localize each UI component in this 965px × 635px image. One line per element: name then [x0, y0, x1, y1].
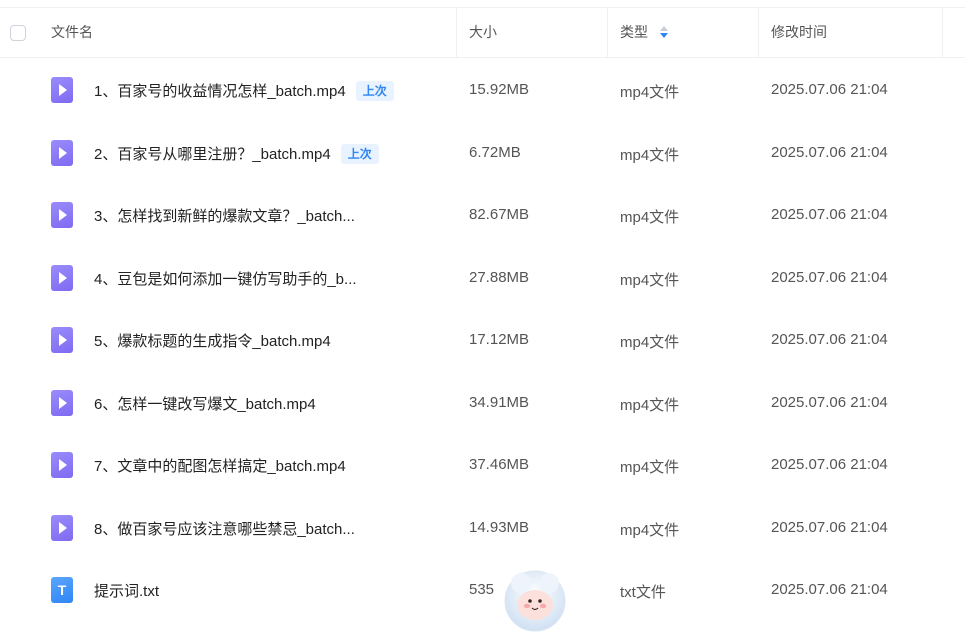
file-type: mp4文件 [620, 84, 680, 101]
file-modified: 2025.07.06 21:04 [771, 331, 888, 348]
video-file-icon [51, 390, 73, 416]
file-row[interactable]: 4、豆包是如何添加一键仿写助手的_b... 27.88MB mp4文件 2025.07… [0, 247, 965, 309]
file-size: 34.91MB [469, 394, 530, 411]
file-modified: 2025.07.06 21:04 [771, 269, 888, 286]
file-size: 27.88MB [469, 269, 530, 286]
file-modified: 2025.07.06 21:04 [771, 206, 888, 223]
file-name-text[interactable]: 7、文章中的配图怎样搞定_batch.mp4 [94, 458, 346, 475]
file-size: 37.46MB [469, 456, 530, 473]
column-header-modified[interactable]: 修改时间 [771, 8, 827, 57]
file-size: 17.12MB [469, 331, 530, 348]
file-type: txt文件 [620, 584, 666, 601]
column-header-size[interactable]: 大小 [469, 8, 497, 57]
file-row[interactable]: 1、百家号的收益情况怎样_batch.mp4 上次 15.92MB mp4文件 2025… [0, 59, 965, 121]
file-size: 6.72MB [469, 144, 521, 161]
file-name-text[interactable]: 8、做百家号应该注意哪些禁忌_batch... [94, 521, 355, 538]
column-header-type[interactable]: 类型 [620, 8, 668, 57]
column-divider[interactable] [758, 8, 759, 57]
file-size: 14.93MB [469, 519, 530, 536]
file-type: mp4文件 [620, 147, 680, 164]
video-file-icon [51, 327, 73, 353]
video-file-icon [51, 515, 73, 541]
file-name[interactable]: 3、怎样找到新鲜的爆款文章？_batch... [94, 205, 355, 226]
column-header-type-label: 类型 [620, 24, 648, 40]
video-file-icon [51, 452, 73, 478]
assistant-mascot-icon[interactable] [499, 563, 571, 635]
file-row[interactable]: T 提示词.txt 535 txt文件 2025.07.06 21:04 [0, 559, 965, 621]
file-name[interactable]: 8、做百家号应该注意哪些禁忌_batch... [94, 518, 355, 539]
file-size: 82.67MB [469, 206, 530, 223]
file-type: mp4文件 [620, 334, 680, 351]
sort-icon[interactable] [659, 26, 668, 39]
file-type: mp4文件 [620, 459, 680, 476]
file-modified: 2025.07.06 21:04 [771, 81, 888, 98]
column-header-size-label: 大小 [469, 24, 497, 40]
file-name-text[interactable]: 1、百家号的收益情况怎样_batch.mp4 [94, 83, 346, 100]
file-type: mp4文件 [620, 397, 680, 414]
video-file-icon [51, 77, 73, 103]
file-type: mp4文件 [620, 272, 680, 289]
file-modified: 2025.07.06 21:04 [771, 394, 888, 411]
file-modified: 2025.07.06 21:04 [771, 456, 888, 473]
file-name-text[interactable]: 2、百家号从哪里注册？_batch.mp4 [94, 146, 331, 163]
file-row[interactable]: 6、怎样一键改写爆文_batch.mp4 34.91MB mp4文件 2025.07.… [0, 372, 965, 434]
file-modified: 2025.07.06 21:04 [771, 581, 888, 598]
file-name-text[interactable]: 6、怎样一键改写爆文_batch.mp4 [94, 396, 316, 413]
file-name-text[interactable]: 4、豆包是如何添加一键仿写助手的_b... [94, 271, 357, 288]
file-name[interactable]: 4、豆包是如何添加一键仿写助手的_b... [94, 268, 357, 289]
column-header-modified-label: 修改时间 [771, 24, 827, 40]
file-row[interactable]: 2、百家号从哪里注册？_batch.mp4 上次 6.72MB mp4文件 2025.0… [0, 122, 965, 184]
last-viewed-badge: 上次 [340, 144, 379, 164]
file-name[interactable]: 7、文章中的配图怎样搞定_batch.mp4 [94, 455, 346, 476]
file-name[interactable]: 2、百家号从哪里注册？_batch.mp4 上次 [94, 143, 379, 164]
file-name-text[interactable]: 5、爆款标题的生成指令_batch.mp4 [94, 333, 331, 350]
file-name-text[interactable]: 提示词.txt [94, 583, 159, 600]
file-row[interactable]: 8、做百家号应该注意哪些禁忌_batch... 14.93MB mp4文件 2025.… [0, 497, 965, 559]
column-header-name[interactable]: 文件名 [51, 8, 93, 57]
file-size: 535 [469, 581, 495, 598]
column-header-name-label: 文件名 [51, 24, 93, 40]
column-divider[interactable] [456, 8, 457, 57]
file-name[interactable]: 5、爆款标题的生成指令_batch.mp4 [94, 330, 331, 351]
file-modified: 2025.07.06 21:04 [771, 144, 888, 161]
file-type: mp4文件 [620, 522, 680, 539]
select-all-checkbox[interactable] [10, 25, 26, 41]
column-divider[interactable] [607, 8, 608, 57]
column-divider[interactable] [942, 8, 943, 57]
file-modified: 2025.07.06 21:04 [771, 519, 888, 536]
file-list-header: 文件名 大小 类型 修改时间 [0, 8, 965, 58]
file-row[interactable]: 5、爆款标题的生成指令_batch.mp4 17.12MB mp4文件 2025.07… [0, 309, 965, 371]
file-name[interactable]: 提示词.txt [94, 580, 159, 601]
file-name[interactable]: 1、百家号的收益情况怎样_batch.mp4 上次 [94, 80, 394, 101]
file-row[interactable]: 7、文章中的配图怎样搞定_batch.mp4 37.46MB mp4文件 2025.0… [0, 434, 965, 496]
file-type: mp4文件 [620, 209, 680, 226]
file-row[interactable]: 3、怎样找到新鲜的爆款文章？_batch... 82.67MB mp4文件 2025.… [0, 184, 965, 246]
video-file-icon [51, 265, 73, 291]
text-file-icon: T [51, 577, 73, 603]
file-name-text[interactable]: 3、怎样找到新鲜的爆款文章？_batch... [94, 208, 355, 225]
file-size: 15.92MB [469, 81, 530, 98]
video-file-icon [51, 202, 73, 228]
video-file-icon [51, 140, 73, 166]
last-viewed-badge: 上次 [355, 81, 394, 101]
file-name[interactable]: 6、怎样一键改写爆文_batch.mp4 [94, 393, 316, 414]
